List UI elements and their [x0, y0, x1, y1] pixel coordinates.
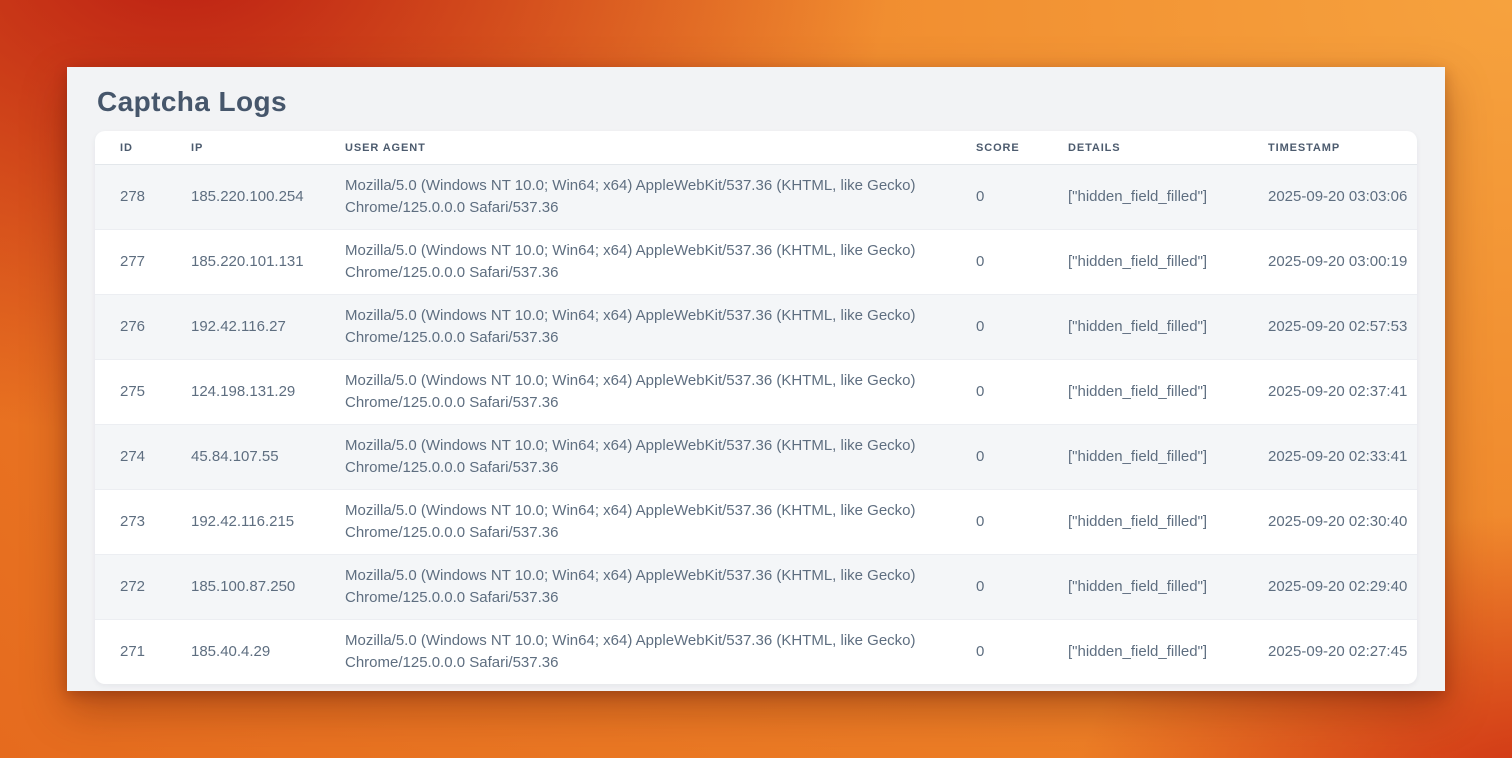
cell-id: 276: [95, 295, 191, 360]
cell-ip: 192.42.116.215: [191, 490, 345, 555]
cell-details: ["hidden_field_filled"]: [1068, 295, 1268, 360]
column-header-score: SCORE: [976, 131, 1068, 165]
cell-user-agent: Mozilla/5.0 (Windows NT 10.0; Win64; x64…: [345, 230, 976, 295]
table-row: 271 185.40.4.29 Mozilla/5.0 (Windows NT …: [95, 620, 1417, 685]
logs-table-body: 278 185.220.100.254 Mozilla/5.0 (Windows…: [95, 165, 1417, 685]
cell-details: ["hidden_field_filled"]: [1068, 490, 1268, 555]
cell-user-agent: Mozilla/5.0 (Windows NT 10.0; Win64; x64…: [345, 490, 976, 555]
cell-ip: 192.42.116.27: [191, 295, 345, 360]
cell-ip: 45.84.107.55: [191, 425, 345, 490]
cell-details: ["hidden_field_filled"]: [1068, 425, 1268, 490]
cell-timestamp: 2025-09-20 02:27:45: [1268, 620, 1417, 685]
table-row: 275 124.198.131.29 Mozilla/5.0 (Windows …: [95, 360, 1417, 425]
cell-score: 0: [976, 620, 1068, 685]
table-row: 278 185.220.100.254 Mozilla/5.0 (Windows…: [95, 165, 1417, 230]
column-header-user-agent: USER AGENT: [345, 131, 976, 165]
column-header-timestamp: TIMESTAMP: [1268, 131, 1417, 165]
cell-timestamp: 2025-09-20 02:30:40: [1268, 490, 1417, 555]
cell-id: 278: [95, 165, 191, 230]
cell-timestamp: 2025-09-20 02:29:40: [1268, 555, 1417, 620]
cell-id: 273: [95, 490, 191, 555]
cell-user-agent: Mozilla/5.0 (Windows NT 10.0; Win64; x64…: [345, 555, 976, 620]
cell-score: 0: [976, 360, 1068, 425]
header-row: ID IP USER AGENT SCORE DETAILS TIMESTAMP: [95, 131, 1417, 165]
logs-table-header: ID IP USER AGENT SCORE DETAILS TIMESTAMP: [95, 131, 1417, 165]
cell-details: ["hidden_field_filled"]: [1068, 230, 1268, 295]
cell-score: 0: [976, 490, 1068, 555]
cell-score: 0: [976, 425, 1068, 490]
table-row: 277 185.220.101.131 Mozilla/5.0 (Windows…: [95, 230, 1417, 295]
column-header-ip: IP: [191, 131, 345, 165]
cell-id: 275: [95, 360, 191, 425]
cell-score: 0: [976, 230, 1068, 295]
cell-ip: 185.100.87.250: [191, 555, 345, 620]
cell-score: 0: [976, 165, 1068, 230]
captcha-logs-card: Captcha Logs ID IP USER AGENT SCORE DETA…: [67, 67, 1445, 691]
cell-timestamp: 2025-09-20 02:37:41: [1268, 360, 1417, 425]
cell-id: 272: [95, 555, 191, 620]
table-row: 274 45.84.107.55 Mozilla/5.0 (Windows NT…: [95, 425, 1417, 490]
cell-user-agent: Mozilla/5.0 (Windows NT 10.0; Win64; x64…: [345, 295, 976, 360]
cell-ip: 185.40.4.29: [191, 620, 345, 685]
cell-user-agent: Mozilla/5.0 (Windows NT 10.0; Win64; x64…: [345, 620, 976, 685]
table-row: 276 192.42.116.27 Mozilla/5.0 (Windows N…: [95, 295, 1417, 360]
cell-details: ["hidden_field_filled"]: [1068, 555, 1268, 620]
cell-timestamp: 2025-09-20 03:00:19: [1268, 230, 1417, 295]
cell-details: ["hidden_field_filled"]: [1068, 620, 1268, 685]
logs-table: ID IP USER AGENT SCORE DETAILS TIMESTAMP…: [95, 131, 1417, 684]
cell-ip: 185.220.101.131: [191, 230, 345, 295]
cell-id: 277: [95, 230, 191, 295]
cell-user-agent: Mozilla/5.0 (Windows NT 10.0; Win64; x64…: [345, 165, 976, 230]
cell-user-agent: Mozilla/5.0 (Windows NT 10.0; Win64; x64…: [345, 425, 976, 490]
table-row: 272 185.100.87.250 Mozilla/5.0 (Windows …: [95, 555, 1417, 620]
logs-table-container: ID IP USER AGENT SCORE DETAILS TIMESTAMP…: [95, 131, 1417, 684]
column-header-details: DETAILS: [1068, 131, 1268, 165]
cell-score: 0: [976, 295, 1068, 360]
cell-timestamp: 2025-09-20 03:03:06: [1268, 165, 1417, 230]
cell-details: ["hidden_field_filled"]: [1068, 360, 1268, 425]
cell-timestamp: 2025-09-20 02:57:53: [1268, 295, 1417, 360]
cell-ip: 185.220.100.254: [191, 165, 345, 230]
cell-details: ["hidden_field_filled"]: [1068, 165, 1268, 230]
column-header-id: ID: [95, 131, 191, 165]
cell-score: 0: [976, 555, 1068, 620]
cell-ip: 124.198.131.29: [191, 360, 345, 425]
cell-timestamp: 2025-09-20 02:33:41: [1268, 425, 1417, 490]
cell-id: 271: [95, 620, 191, 685]
page-title: Captcha Logs: [95, 67, 1417, 121]
cell-id: 274: [95, 425, 191, 490]
table-row: 273 192.42.116.215 Mozilla/5.0 (Windows …: [95, 490, 1417, 555]
cell-user-agent: Mozilla/5.0 (Windows NT 10.0; Win64; x64…: [345, 360, 976, 425]
